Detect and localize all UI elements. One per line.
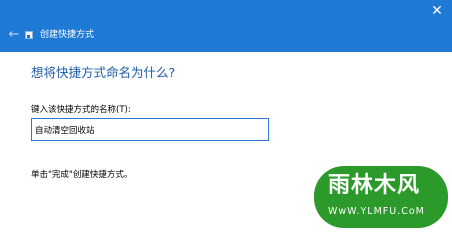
create-shortcut-window: ✕ ← 创建快捷方式 想将快捷方式命名为什么? 键入该快捷方式的名称(T): 单… [0, 0, 452, 233]
page-heading: 想将快捷方式命名为什么? [31, 65, 176, 80]
watermark-url: WwW.YLMFU.CoM [328, 206, 425, 217]
title-bar: ✕ ← 创建快捷方式 [0, 0, 452, 52]
watermark-name: 雨林木风 [328, 173, 421, 198]
close-icon[interactable]: ✕ [428, 2, 446, 20]
shortcut-icon [25, 31, 33, 39]
wizard-title: 创建快捷方式 [40, 30, 95, 40]
finish-hint-text: 单击"完成"创建快捷方式。 [31, 170, 133, 180]
shortcut-name-input[interactable] [31, 118, 269, 141]
back-arrow-icon[interactable]: ← [6, 27, 22, 43]
shortcut-name-label: 键入该快捷方式的名称(T): [31, 105, 131, 115]
watermark-logo: 雨林木风 WwW.YLMFU.CoM [314, 166, 448, 228]
